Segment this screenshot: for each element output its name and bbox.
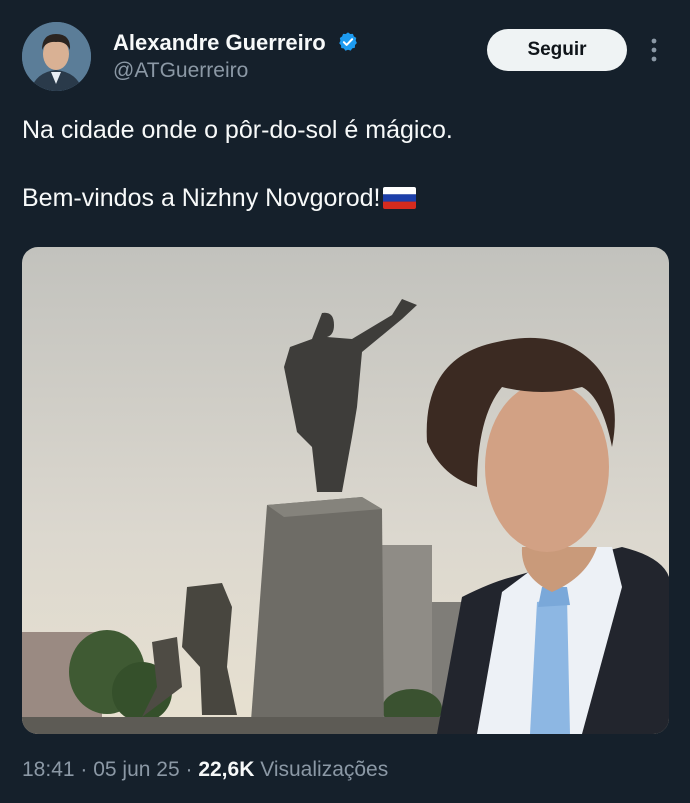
author-name-text: Alexandre Guerreiro bbox=[113, 30, 326, 55]
avatar-image bbox=[22, 22, 91, 91]
meta-separator: · bbox=[179, 758, 199, 781]
views-count: 22,6K bbox=[198, 758, 255, 781]
avatar[interactable] bbox=[22, 22, 91, 91]
meta-separator: · bbox=[74, 758, 94, 781]
tweet-header: Alexandre Guerreiro @ATGuerreiro Seguir bbox=[22, 22, 672, 94]
views-label: Visualizações bbox=[254, 758, 389, 781]
author-handle[interactable]: @ATGuerreiro bbox=[113, 59, 248, 83]
tweet-photo[interactable] bbox=[22, 247, 669, 734]
verified-badge-icon bbox=[339, 32, 357, 51]
tweet-text: Na cidade onde o pôr-do-sol é mágico. Be… bbox=[22, 113, 662, 215]
tweet-line-2-text: Bem-vindos a Nizhny Novgorod! bbox=[22, 184, 381, 212]
author-name[interactable]: Alexandre Guerreiro bbox=[113, 30, 359, 56]
tweet-line-1: Na cidade onde o pôr-do-sol é mágico. bbox=[22, 116, 453, 144]
tweet-date[interactable]: 05 jun 25 bbox=[93, 758, 179, 781]
photo-image bbox=[22, 247, 669, 734]
russia-flag-icon bbox=[382, 187, 416, 209]
tweet-line-2: Bem-vindos a Nizhny Novgorod! bbox=[22, 181, 662, 215]
follow-button[interactable]: Seguir bbox=[487, 29, 627, 71]
more-vertical-icon[interactable] bbox=[646, 37, 662, 63]
tweet-meta: 18:41 · 05 jun 25 · 22,6K Visualizações bbox=[22, 758, 388, 782]
tweet-time[interactable]: 18:41 bbox=[22, 758, 75, 781]
